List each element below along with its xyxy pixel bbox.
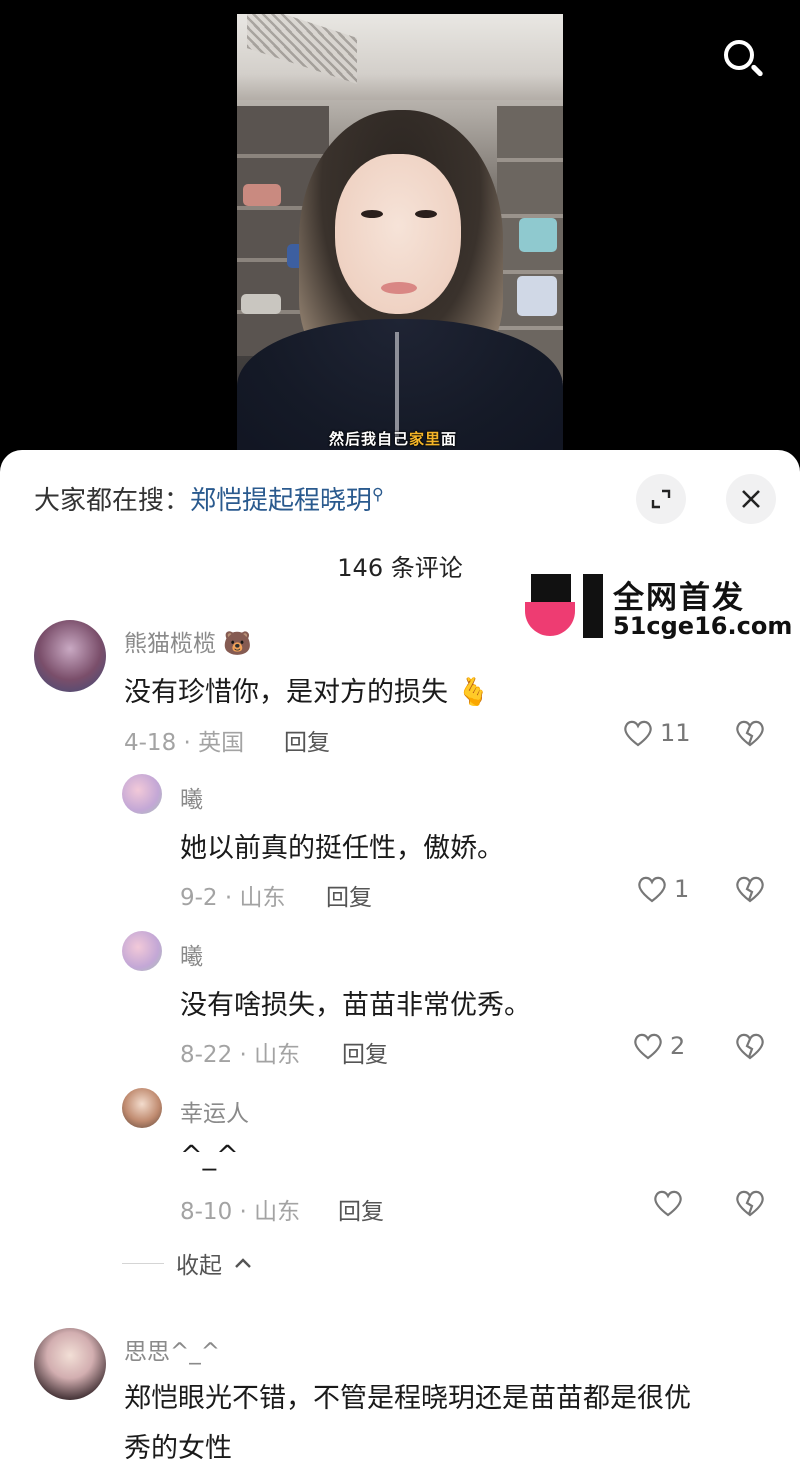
avatar[interactable]: [122, 1088, 162, 1128]
watermark-logo: [525, 574, 605, 638]
reply-text: 没有啥损失，苗苗非常优秀。: [180, 990, 531, 1021]
collapse-replies-button[interactable]: 收起: [122, 1246, 252, 1280]
comment-username[interactable]: 思思^_^: [124, 1332, 220, 1366]
watermark: 全网首发 51cge16.com: [525, 574, 795, 640]
comment-username[interactable]: 熊猫榄榄 🐻: [124, 624, 252, 658]
broken-heart-icon: [736, 876, 764, 903]
reply-button[interactable]: 回复: [326, 878, 372, 912]
jacket-zip: [395, 332, 399, 442]
reply-username[interactable]: 曦: [180, 780, 203, 814]
search-suggestion-keyword[interactable]: 郑恺提起程晓玥: [190, 486, 372, 516]
avatar[interactable]: [34, 620, 106, 692]
search-suggestion[interactable]: 大家都在搜：郑恺提起程晓玥⚲: [34, 480, 384, 517]
lips: [381, 282, 417, 294]
handbag: [243, 184, 281, 206]
broken-heart-icon: [736, 1033, 764, 1060]
divider: [122, 1262, 164, 1264]
dislike-button[interactable]: [734, 874, 766, 908]
search-suggestion-prefix: 大家都在搜：: [34, 486, 191, 516]
watermark-line2: 51cge16.com: [613, 612, 793, 640]
reply-button[interactable]: 回复: [342, 1035, 388, 1069]
comment-meta: 4-18 · 英国: [124, 730, 245, 756]
video-subtitle: 然后我自己家里面: [329, 430, 458, 448]
handbag: [517, 276, 557, 316]
like-count: 2: [670, 1032, 686, 1060]
comment-sheet: 大家都在搜：郑恺提起程晓玥⚲ 146 条评论 全网首发 51cge16.com …: [0, 450, 800, 1460]
chevron-up-icon: [235, 1258, 251, 1268]
broken-heart-icon: [736, 720, 764, 747]
reply-meta: 8-22 · 山东: [180, 1042, 301, 1068]
reply-button[interactable]: 回复: [338, 1192, 384, 1226]
dislike-button[interactable]: [734, 1188, 766, 1222]
eye: [415, 210, 437, 218]
broken-heart-icon: [736, 1190, 764, 1217]
like-count: 11: [660, 719, 691, 747]
reply-meta: 8-10 · 山东: [180, 1199, 301, 1225]
expand-icon: [651, 489, 671, 509]
video-player[interactable]: 然后我自己家里面: [0, 0, 800, 470]
reply-button[interactable]: 回复: [284, 723, 330, 757]
avatar[interactable]: [122, 774, 162, 814]
search-icon[interactable]: [720, 36, 766, 82]
reply-meta: 9-2 · 山东: [180, 885, 286, 911]
search-small-icon: ⚲: [372, 484, 384, 504]
like-button[interactable]: 2: [632, 1031, 685, 1061]
reply-username[interactable]: 幸运人: [180, 1094, 249, 1128]
like-button[interactable]: 11: [622, 718, 691, 748]
expand-button[interactable]: [636, 474, 686, 524]
heart-icon: [638, 876, 666, 903]
handbag: [241, 294, 281, 314]
eye: [361, 210, 383, 218]
comment-text-line2: 秀的女性: [124, 1433, 232, 1460]
close-icon: [742, 490, 760, 508]
comment-text: 没有珍惜你，是对方的损失 🫰: [124, 677, 491, 708]
like-count: 1: [674, 875, 690, 903]
dislike-button[interactable]: [734, 718, 766, 752]
heart-icon: [634, 1033, 662, 1060]
close-button[interactable]: [726, 474, 776, 524]
heart-icon: [624, 720, 652, 747]
dislike-button[interactable]: [734, 1031, 766, 1065]
avatar[interactable]: [34, 1328, 106, 1400]
comment-text-line1: 郑恺眼光不错，不管是程晓玥还是苗苗都是很优: [124, 1383, 691, 1414]
handbag: [519, 218, 557, 252]
like-button[interactable]: 1: [636, 874, 689, 904]
watermark-line1: 全网首发: [613, 580, 745, 616]
reply-text: 她以前真的挺任性，傲娇。: [180, 833, 504, 864]
avatar[interactable]: [122, 931, 162, 971]
collapse-label: 收起: [176, 1253, 222, 1279]
reply-username[interactable]: 曦: [180, 937, 203, 971]
reply-text: ^_^: [180, 1140, 239, 1171]
video-frame: 然后我自己家里面: [237, 14, 563, 450]
like-button[interactable]: [652, 1188, 690, 1218]
heart-icon: [654, 1190, 682, 1217]
